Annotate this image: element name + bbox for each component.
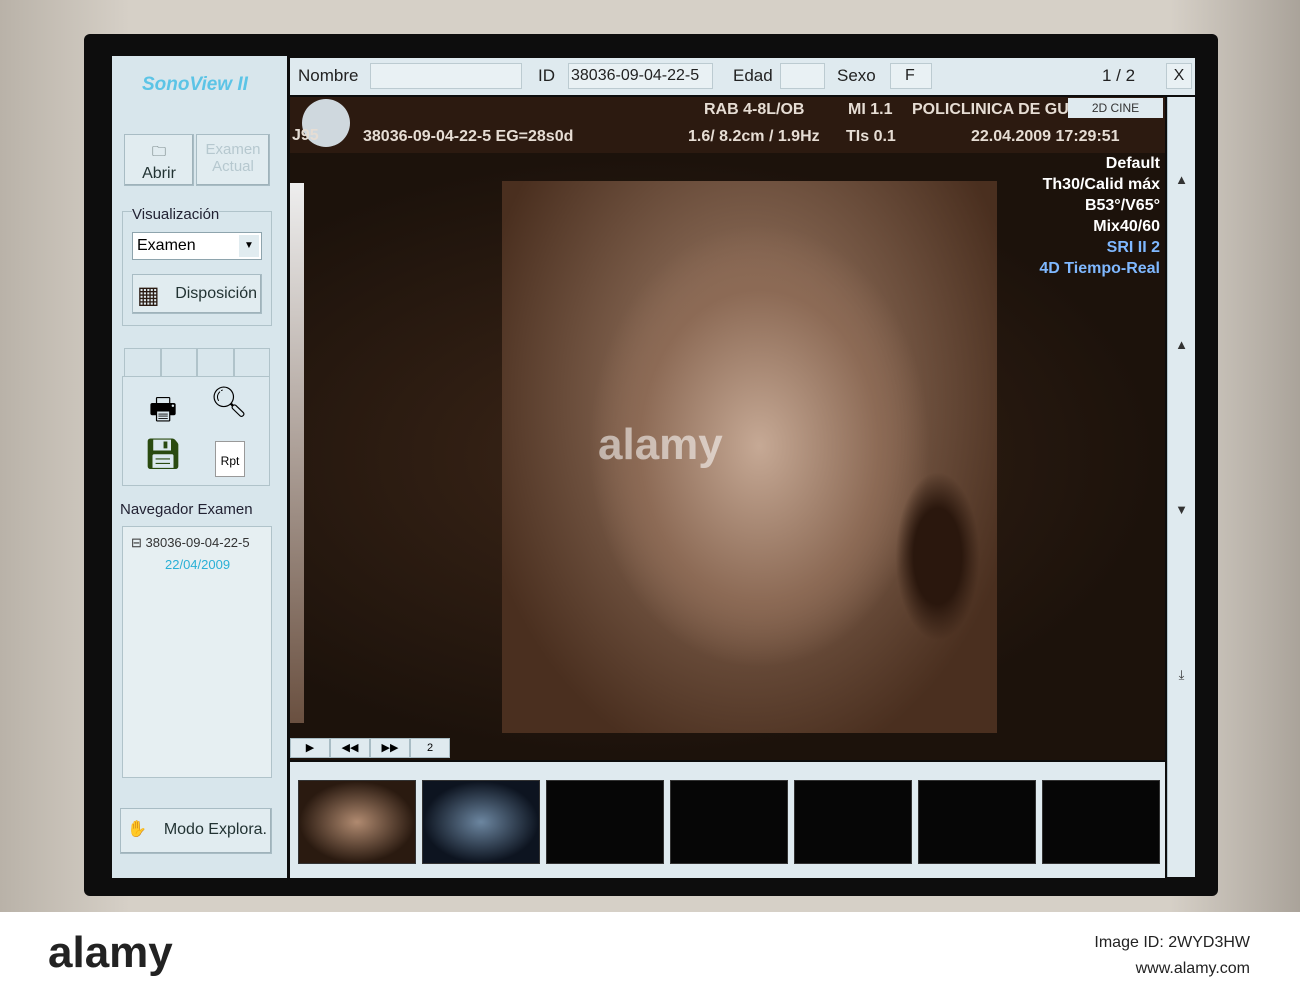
watermark: alamy [598,420,723,469]
sex-label: Sexo [837,66,876,85]
probe: RAB 4-8L/OB [704,101,805,118]
current-exam-button[interactable]: Examen Actual [196,134,270,186]
visualization-select[interactable]: Examen ▼ [132,232,262,260]
footer-brand: alamy [48,928,173,977]
vertical-scrollbar[interactable]: ▲ ▲ ▼ ⤓ [1167,97,1195,877]
overlay-sri: SRI II 2 [1106,239,1160,256]
chevron-down-icon: ▼ [239,235,259,257]
clinic-name: POLICLINICA DE GUI [912,101,1074,118]
overlay-mix: Mix40/60 [1093,218,1160,235]
thumbnail-4d[interactable] [298,780,416,864]
footer-url: www.alamy.com [1135,960,1250,977]
tab-4[interactable] [233,348,270,376]
overlay-mode: 4D Tiempo-Real [1039,260,1160,277]
scroll-end-icon[interactable]: ⤓ [1168,667,1195,683]
name-field[interactable] [370,63,522,89]
navigator-heading: Navegador Examen [120,501,253,518]
next-button[interactable]: ▶▶ [370,738,410,758]
stock-footer: alamy Image ID: 2WYD3HW www.alamy.com [0,912,1300,1001]
tool-icons: 🖶 🔍︎ 💾︎ Rpt [122,376,270,486]
thumbnail-2d[interactable] [422,780,540,864]
age-label: Edad [733,66,773,85]
thumbnail-empty[interactable] [1042,780,1160,864]
4d-volume-render[interactable] [502,181,997,733]
depth-scale [290,183,304,723]
app-logo: SonoView II [142,74,248,95]
depth-freq: 1.6/ 8.2cm / 1.9Hz [688,128,820,145]
hand-icon: ✋ [127,821,147,838]
save-disk-icon[interactable]: 💾︎ [143,437,183,472]
select-value: Examen [137,237,196,254]
tab-2[interactable] [160,348,197,376]
magnifier-icon[interactable]: 🔍︎ [209,385,249,420]
id-field[interactable]: 38036-09-04-22-5 [568,63,713,89]
overlay-angle: B53°/V65° [1084,197,1160,214]
mode-label: Modo Explora. [163,821,267,838]
open-button[interactable]: 🗀 Abrir [124,134,194,186]
scan-info-bar: J95 RAB 4-8L/OB MI 1.1 POLICLINICA DE GU… [290,97,1165,153]
scroll-up-icon-2[interactable]: ▲ [1168,337,1195,352]
sex-field[interactable]: F [890,63,932,89]
folder-icon: 🗀 [152,143,166,159]
layout-button[interactable]: ▦ Disposición [132,274,262,314]
tool-tabs [124,348,270,376]
frame-counter: 2 [410,738,450,758]
tab-1[interactable] [124,348,161,376]
exam-tree-item[interactable]: ⊟ 38036-09-04-22-5 [123,527,271,551]
play-button[interactable]: ▶ [290,738,330,758]
overlay-preset: Default [1105,155,1160,172]
grid-icon: ▦ [137,282,160,309]
tis-value: TIs 0.1 [846,128,896,145]
open-label: Abrir [142,165,176,182]
prev-button[interactable]: ◀◀ [330,738,370,758]
visualization-heading: Visualización [132,206,220,223]
exam-date-item[interactable]: 22/04/2009 [123,551,271,572]
scroll-up-icon[interactable]: ▲ [1168,172,1195,187]
thumbnail-empty[interactable] [546,780,664,864]
thumbnail-empty[interactable] [918,780,1036,864]
thumbnail-strip [290,762,1165,878]
overlay-quality: Th30/Calid máx [1042,176,1160,193]
left-panel: SonoView II 🗀 Abrir Examen Actual Visuali… [112,56,287,878]
scroll-down-icon[interactable]: ▼ [1168,502,1195,517]
date-time: 22.04.2009 17:29:51 [971,128,1120,145]
thumbnail-empty[interactable] [670,780,788,864]
corner-label: J95 [292,127,319,144]
exam-navigator: ⊟ 38036-09-04-22-5 22/04/2009 [122,526,272,778]
patient-bar: Nombre ID 38036-09-04-22-5 Edad Sexo F 1… [290,58,1195,95]
age-field[interactable] [780,63,825,89]
tab-2d-cine[interactable]: 2D CINE [1068,98,1163,118]
report-icon[interactable]: Rpt [215,441,245,477]
mi-value: MI 1.1 [848,101,893,118]
explore-mode-button[interactable]: ✋ Modo Explora. [120,808,272,854]
tab-3[interactable] [197,348,234,376]
exam-id-ga: 38036-09-04-22-5 EG=28s0d [363,128,574,145]
close-button[interactable]: X [1166,63,1192,89]
id-label: ID [538,66,555,85]
footer-image-id: Image ID: 2WYD3HW [1094,934,1250,951]
layout-label: Disposición [175,285,257,302]
ultrasound-viewport[interactable]: Default Th30/Calid máx B53°/V65° Mix40/6… [290,153,1165,760]
exam-id: 38036-09-04-22-5 [145,535,250,550]
page-indicator: 1 / 2 [1102,66,1136,85]
cine-controls: ▶ ◀◀ ▶▶ 2 [290,738,450,758]
printer-icon[interactable]: 🖶 [143,387,183,438]
name-label: Nombre [298,66,359,85]
thumbnail-empty[interactable] [794,780,912,864]
